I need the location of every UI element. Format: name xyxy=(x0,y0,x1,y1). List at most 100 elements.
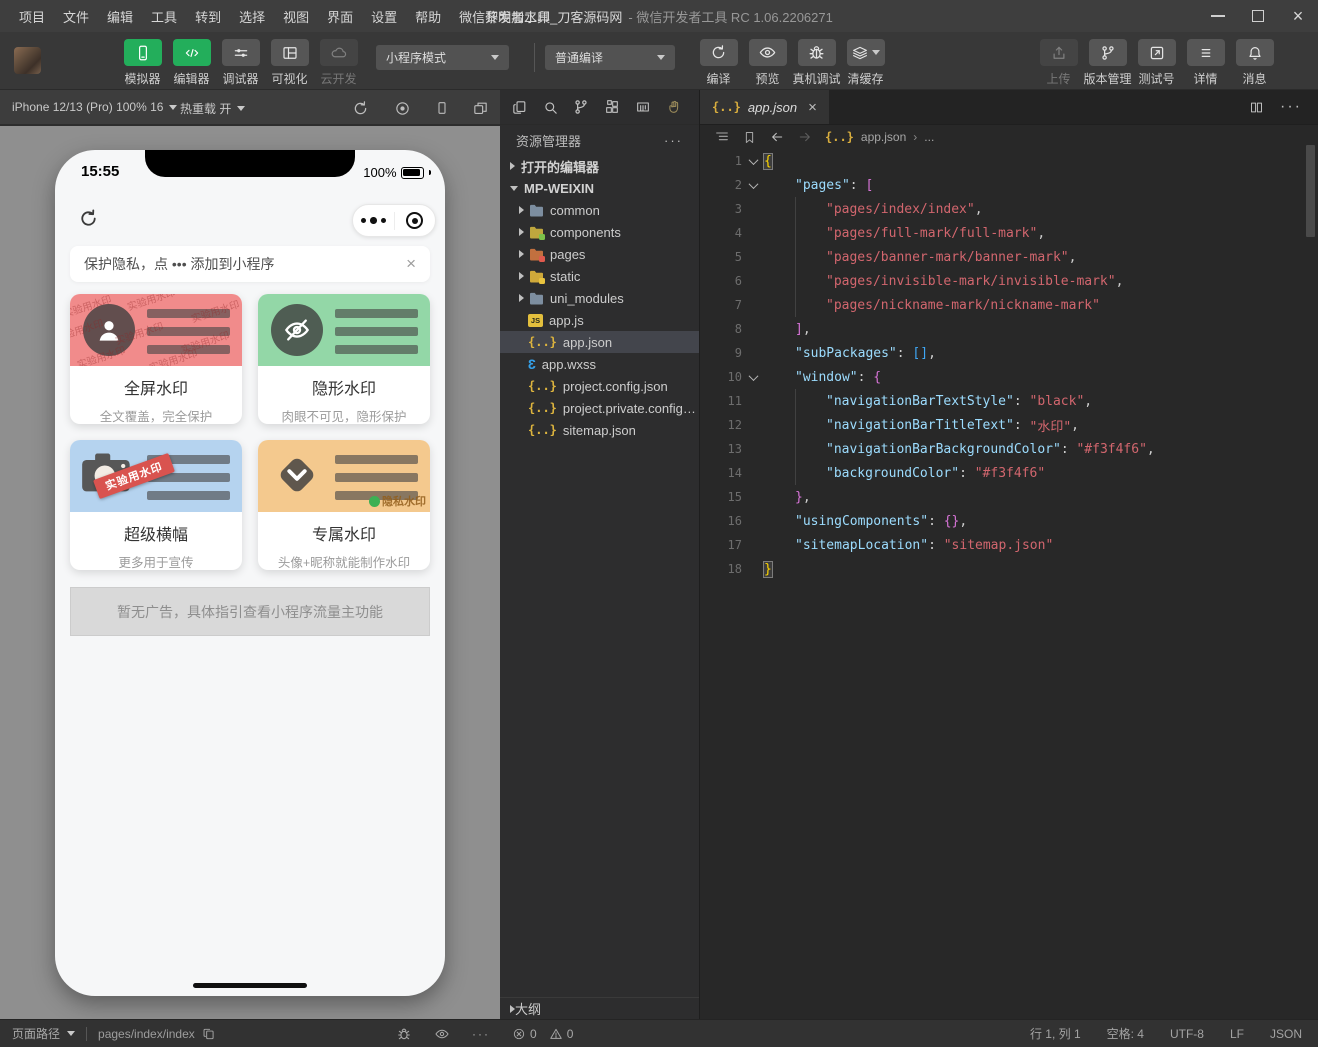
editor-more-icon[interactable]: ··· xyxy=(1280,98,1302,116)
tree-item-folder-static[interactable]: static xyxy=(500,265,699,287)
explorer-more-button[interactable]: ··· xyxy=(664,133,683,148)
tree-item-folder-pages[interactable]: pages xyxy=(500,243,699,265)
menu-item-4[interactable]: 转到 xyxy=(186,5,230,28)
detach-window-button[interactable] xyxy=(468,96,492,120)
toolbar-button-preview[interactable]: 预览 xyxy=(743,39,792,87)
line-number: 9 xyxy=(734,346,742,360)
fold-chevron-icon[interactable] xyxy=(742,370,764,381)
hand-icon[interactable] xyxy=(661,94,687,120)
close-button[interactable]: × xyxy=(1278,0,1318,32)
menu-item-3[interactable]: 工具 xyxy=(142,5,186,28)
encoding-setting[interactable]: UTF-8 xyxy=(1170,1027,1204,1041)
bug-icon[interactable] xyxy=(396,1026,412,1042)
mode-select[interactable]: 小程序模式 xyxy=(376,45,509,70)
nav-back-icon[interactable] xyxy=(769,129,785,145)
toolbar-button-editor[interactable]: 编辑器 xyxy=(167,39,216,87)
open-editors-label: 打开的编辑器 xyxy=(521,159,600,175)
tree-item-file-project-config[interactable]: {..} project.config.json xyxy=(500,375,699,397)
fold-chevron-icon[interactable] xyxy=(742,154,764,165)
device-frame-button[interactable] xyxy=(430,96,454,120)
device-select[interactable]: iPhone 12/13 (Pro) 100% 16 xyxy=(12,100,178,114)
page-refresh-button[interactable] xyxy=(77,207,100,230)
close-target-icon[interactable] xyxy=(395,212,436,229)
menu-item-9[interactable]: 帮助 xyxy=(406,5,450,28)
toolbar-button-remote-debug[interactable]: 真机调试 xyxy=(792,39,841,87)
tree-item-folder-uni-modules[interactable]: uni_modules xyxy=(500,287,699,309)
split-editor-icon[interactable] xyxy=(1249,100,1264,115)
breadcrumb[interactable]: {..} app.json › ... xyxy=(825,130,934,144)
editor-scrollbar[interactable] xyxy=(1306,145,1315,237)
record-button[interactable] xyxy=(390,96,414,120)
menu-item-8[interactable]: 设置 xyxy=(362,5,406,28)
minimize-button[interactable] xyxy=(1198,0,1238,32)
extensions-icon[interactable] xyxy=(599,94,625,120)
toolbar-button-label: 测试号 xyxy=(1138,72,1175,86)
menu-item-1[interactable]: 文件 xyxy=(54,5,98,28)
toolbar-button-messages[interactable]: 消息 xyxy=(1230,39,1279,87)
toolbar-button-clear-cache[interactable]: 清缓存 xyxy=(841,39,890,87)
more-icon[interactable]: ··· xyxy=(472,1027,490,1041)
npm-panel-icon[interactable] xyxy=(630,94,656,120)
tree-item-file-sitemap[interactable]: {..} sitemap.json xyxy=(500,419,699,441)
fold-chevron-icon[interactable] xyxy=(742,178,764,189)
toolbar-button-version-control[interactable]: 版本管理 xyxy=(1083,39,1132,87)
tree-item-file-app-wxss[interactable]: 3 app.wxss xyxy=(500,353,699,375)
problems-section[interactable]: 0 0 xyxy=(500,1020,700,1047)
menu-item-0[interactable]: 项目 xyxy=(10,5,54,28)
card-full-mark[interactable]: 实验用水印 实验用水印 实验用水印 实验用水印 实验用水印 实验用水印 实验用水印 实验用水印… xyxy=(70,294,242,424)
toolbar-button-simulator[interactable]: 模拟器 xyxy=(118,39,167,87)
tree-item-folder-common[interactable]: common xyxy=(500,199,699,221)
tree-item-file-app-json[interactable]: {..} app.json xyxy=(500,331,699,353)
more-dots-icon[interactable] xyxy=(353,217,394,224)
wechat-capsule[interactable] xyxy=(352,204,436,237)
toolbar-button-compile[interactable]: 编译 xyxy=(694,39,743,87)
outline-list-icon[interactable] xyxy=(714,129,730,145)
menu-item-7[interactable]: 界面 xyxy=(318,5,362,28)
toolbar-button-visualize[interactable]: 可视化 xyxy=(265,39,314,87)
tree-item-folder-components[interactable]: components xyxy=(500,221,699,243)
bookmark-icon[interactable] xyxy=(742,130,757,145)
card-invisible-mark[interactable]: 隐形水印 肉眼不可见，隐形保护 xyxy=(258,294,430,424)
language-mode[interactable]: JSON xyxy=(1270,1027,1302,1041)
cursor-position[interactable]: 行 1, 列 1 xyxy=(1030,1025,1081,1042)
phone-notch xyxy=(145,150,355,177)
page-path-label[interactable]: 页面路径 xyxy=(12,1025,60,1042)
toolbar-button-details[interactable]: 详情 xyxy=(1181,39,1230,87)
banner-close-icon[interactable]: × xyxy=(406,254,416,274)
code-area[interactable]: 1{2 "pages": [3 "pages/index/index", 4 "page… xyxy=(700,149,1318,581)
tab-app-json[interactable]: {..} app.json × xyxy=(700,90,829,124)
code-line-16: 16 "usingComponents": {}, xyxy=(700,509,1318,533)
outline-section[interactable]: 大纲 xyxy=(500,997,699,1019)
toolbar-button-cloud-dev[interactable]: 云开发 xyxy=(314,39,363,87)
menu-item-5[interactable]: 选择 xyxy=(230,5,274,28)
toolbar-button-test-account[interactable]: 测试号 xyxy=(1132,39,1181,87)
project-root-section[interactable]: MP-WEIXIN xyxy=(500,177,699,199)
tree-item-file-project-private-config[interactable]: {..} project.private.config.js... xyxy=(500,397,699,419)
restart-button[interactable] xyxy=(348,96,372,120)
files-icon[interactable] xyxy=(506,94,532,120)
maximize-button[interactable] xyxy=(1238,0,1278,32)
card-subtitle: 全文覆盖，完全保护 xyxy=(99,410,213,424)
eol-setting[interactable]: LF xyxy=(1230,1027,1244,1041)
card-nickname-mark[interactable]: 隐私水印 专属水印 头像+昵称就能制作水印 xyxy=(258,440,430,570)
layers-icon xyxy=(846,39,885,66)
search-icon[interactable] xyxy=(537,94,563,120)
eye-icon[interactable] xyxy=(434,1026,450,1042)
menu-item-2[interactable]: 编辑 xyxy=(98,5,142,28)
nav-forward-icon[interactable] xyxy=(797,129,813,145)
hot-reload-toggle[interactable]: 热重载 开 xyxy=(180,100,246,117)
open-editors-section[interactable]: 打开的编辑器 xyxy=(500,155,699,177)
menu-item-6[interactable]: 视图 xyxy=(274,5,318,28)
toolbar-button-upload[interactable]: 上传 xyxy=(1034,39,1083,87)
toolbar-button-debugger[interactable]: 调试器 xyxy=(216,39,265,87)
source-control-icon[interactable] xyxy=(568,94,594,120)
tab-label: app.json xyxy=(747,99,798,115)
tree-item-file-app-js[interactable]: JS app.js xyxy=(500,309,699,331)
card-banner-mark[interactable]: 实验用水印 超级横幅 更多用于宣传 xyxy=(70,440,242,570)
compile-select[interactable]: 普通编译 xyxy=(545,45,675,70)
indentation-setting[interactable]: 空格: 4 xyxy=(1107,1025,1144,1042)
cloud-icon xyxy=(319,39,358,66)
user-avatar[interactable] xyxy=(14,47,41,74)
copy-path-icon[interactable] xyxy=(202,1027,216,1041)
tab-close-icon[interactable]: × xyxy=(808,99,817,116)
